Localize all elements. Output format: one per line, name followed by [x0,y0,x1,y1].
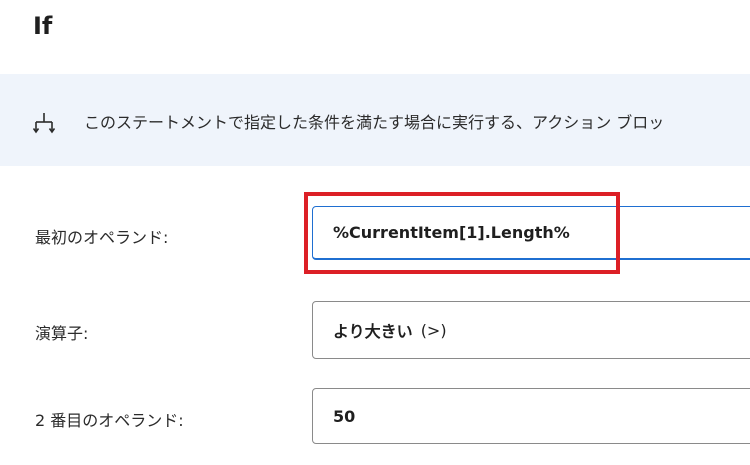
operator-value: より大きい [333,322,413,341]
operator-select[interactable]: より大きい (>) [312,301,750,359]
first-operand-label: 最初のオペランド: [35,228,169,247]
if-action-dialog: If このステートメントで指定した条件を満たす場合に実行する、アクション ブロッ… [0,0,750,465]
operator-label: 演算子: [35,324,89,343]
split-branch-icon [32,112,56,134]
dialog-title: If [33,12,53,40]
second-operand-value: 50 [333,406,356,426]
second-operand-input[interactable]: 50 [312,388,750,444]
second-operand-label: 2 番目のオペランド: [35,411,184,430]
first-operand-value: %CurrentItem[1].Length% [333,223,570,242]
first-operand-input[interactable]: %CurrentItem[1].Length% [312,206,750,260]
info-description: このステートメントで指定した条件を満たす場合に実行する、アクション ブロッ [84,113,665,132]
info-banner: このステートメントで指定した条件を満たす場合に実行する、アクション ブロッ [0,74,750,166]
operator-symbol: (>) [420,320,447,340]
